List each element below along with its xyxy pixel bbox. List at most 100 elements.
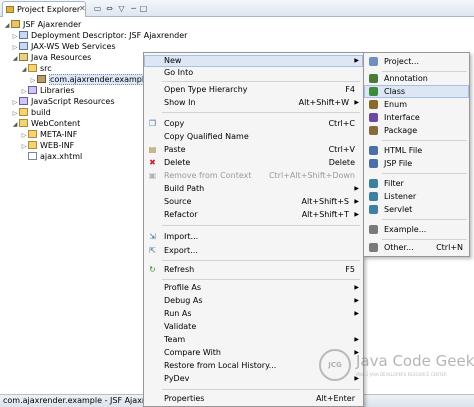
- tree-item-libraries[interactable]: ▷ Libraries: [20, 85, 75, 96]
- menu-item-refresh[interactable]: ↻ Refresh F5: [144, 264, 363, 276]
- submenu-item-class[interactable]: Class: [364, 85, 469, 98]
- submenu-item-label: Package: [384, 126, 418, 135]
- tree-item-meta-inf[interactable]: ▷ META-INF: [20, 129, 77, 140]
- submenu-item-label: Listener: [384, 192, 417, 201]
- tree-item-package-selected[interactable]: ▷ com.ajaxrender.example: [29, 74, 153, 85]
- menu-item-delete[interactable]: ✖ Delete Delete: [144, 157, 363, 169]
- tree-item-jaxws[interactable]: ▷ JAX-WS Web Services: [11, 41, 116, 52]
- close-icon[interactable]: ✕: [79, 4, 86, 13]
- menu-item-copy-qualified-name[interactable]: Copy Qualified Name: [144, 131, 363, 143]
- menu-shortcut: F4: [345, 85, 355, 94]
- tree-item-webcontent[interactable]: ◢ WebContent: [11, 118, 80, 129]
- tree-item-ajax-xhtml[interactable]: ajax.xhtml: [20, 151, 82, 162]
- menu-item-paste[interactable]: ▤ Paste Ctrl+V: [144, 144, 363, 156]
- menu-shortcut: Delete: [328, 158, 355, 167]
- menu-item-import[interactable]: ⇲ Import...: [144, 231, 363, 243]
- menu-item-label: Run As: [164, 309, 192, 318]
- menu-item-label: Refactor: [164, 210, 198, 219]
- tree-item-javascript-resources[interactable]: ▷ JavaScript Resources: [11, 96, 115, 107]
- menu-item-validate[interactable]: Validate: [144, 321, 363, 333]
- submenu-item-package[interactable]: Package: [364, 124, 469, 137]
- twisty-icon[interactable]: ◢: [3, 20, 11, 31]
- link-with-editor-icon[interactable]: ⇔: [104, 3, 115, 14]
- jsp-file-icon: [369, 159, 378, 168]
- twisty-icon[interactable]: ◢: [11, 119, 19, 130]
- menu-item-go-into[interactable]: Go Into: [144, 67, 363, 79]
- interface-icon: [369, 113, 378, 122]
- tree-item-src[interactable]: ◢ src: [20, 63, 52, 74]
- submenu-item-enum[interactable]: Enum: [364, 98, 469, 111]
- menu-item-team[interactable]: Team ▶: [144, 334, 363, 346]
- copy-icon: ❐: [148, 119, 157, 128]
- submenu-arrow-icon: ▶: [354, 310, 359, 317]
- logo-brand: Java Code Geeks: [356, 352, 474, 370]
- menu-item-new[interactable]: New ▶: [144, 55, 363, 67]
- menu-item-profile-as[interactable]: Profile As ▶: [144, 282, 363, 294]
- tree-item-java-resources[interactable]: ◢ Java Resources: [11, 52, 91, 63]
- menu-separator: [162, 389, 360, 390]
- tree-item-build[interactable]: ▷ build: [11, 107, 51, 118]
- menu-separator: [382, 219, 467, 220]
- submenu-item-jsp-file[interactable]: JSP File: [364, 157, 469, 170]
- tab-project-explorer[interactable]: Project Explorer ✕: [2, 1, 86, 17]
- submenu-item-project[interactable]: Project...: [364, 55, 469, 68]
- menu-item-source[interactable]: Source Alt+Shift+S ▶: [144, 196, 363, 208]
- submenu-item-label: Example...: [384, 225, 427, 234]
- refresh-icon: ↻: [149, 265, 156, 274]
- menu-item-run-as[interactable]: Run As ▶: [144, 308, 363, 320]
- export-icon: ⇱: [149, 246, 156, 255]
- tree-item-label: src: [40, 64, 52, 73]
- menu-shortcut: Alt+Shift+W: [298, 98, 349, 107]
- menu-item-label: Restore from Local History...: [164, 361, 277, 370]
- menu-item-refactor[interactable]: Refactor Alt+Shift+T ▶: [144, 209, 363, 221]
- submenu-item-interface[interactable]: Interface: [364, 111, 469, 124]
- collapse-all-icon[interactable]: ▭: [92, 3, 103, 14]
- annotation-icon: [369, 74, 378, 83]
- submenu-item-label: Project...: [384, 57, 419, 66]
- menu-item-label: Open Type Hierarchy: [164, 85, 248, 94]
- menu-item-label: Team: [164, 335, 186, 344]
- submenu-item-filter[interactable]: Filter: [364, 177, 469, 190]
- new-submenu: Project... Annotation Class Enum Interfa…: [363, 52, 470, 257]
- menu-item-build-path[interactable]: Build Path ▶: [144, 183, 363, 195]
- menu-item-label: Debug As: [164, 296, 203, 305]
- view-tab-bar: Project Explorer ✕ ▭ ⇔ ▽ ─ □: [0, 0, 474, 17]
- tree-item-label: JavaScript Resources: [31, 97, 115, 106]
- menu-item-label: Properties: [164, 394, 205, 403]
- menu-item-debug-as[interactable]: Debug As ▶: [144, 295, 363, 307]
- menu-item-label: Build Path: [164, 184, 205, 193]
- menu-item-copy[interactable]: ❐ Copy Ctrl+C: [144, 118, 363, 130]
- submenu-item-listener[interactable]: Listener: [364, 190, 469, 203]
- tree-item-label: Libraries: [40, 86, 75, 95]
- tree-item-label: ajax.xhtml: [40, 152, 83, 161]
- maximize-icon[interactable]: □: [138, 3, 149, 14]
- descriptor-icon: [19, 31, 28, 39]
- menu-item-open-type-hierarchy[interactable]: Open Type Hierarchy F4: [144, 84, 363, 96]
- twisty-icon[interactable]: ◢: [20, 64, 28, 75]
- menu-item-show-in[interactable]: Show In Alt+Shift+W ▶: [144, 97, 363, 109]
- tree-item-web-inf[interactable]: ▷ WEB-INF: [20, 140, 74, 151]
- submenu-item-annotation[interactable]: Annotation: [364, 72, 469, 85]
- menu-item-export[interactable]: ⇱ Export...: [144, 245, 363, 257]
- submenu-item-label: Servlet: [384, 205, 413, 214]
- menu-item-properties[interactable]: Properties Alt+Enter: [144, 393, 363, 405]
- menu-item-label: Copy: [164, 119, 185, 128]
- submenu-item-example[interactable]: Example...: [364, 223, 469, 236]
- tree-item-label: JAX-WS Web Services: [31, 42, 116, 51]
- logo-seal: JCG: [319, 349, 351, 381]
- twisty-icon[interactable]: ◢: [11, 53, 19, 64]
- menu-shortcut: Ctrl+Alt+Shift+Down: [268, 171, 355, 180]
- tree-item-project[interactable]: ◢ JSF Ajaxrender: [3, 19, 81, 30]
- watermark-logo: JCG Java Code Geeks JAVA 2 JAVA DEVELOPE…: [319, 349, 474, 383]
- menu-item-label: Copy Qualified Name: [164, 132, 249, 141]
- java-resources-icon: [19, 53, 28, 61]
- submenu-item-html-file[interactable]: HTML File: [364, 144, 469, 157]
- submenu-item-other[interactable]: Other... Ctrl+N: [364, 241, 469, 254]
- tree-item-deployment-descriptor[interactable]: ▷ Deployment Descriptor: JSF Ajaxrender: [11, 30, 187, 41]
- class-icon: [369, 87, 378, 96]
- submenu-item-label: Filter: [384, 179, 404, 188]
- menu-item-label: Remove from Context: [164, 171, 252, 180]
- submenu-item-servlet[interactable]: Servlet: [364, 203, 469, 216]
- view-menu-icon[interactable]: ▽: [116, 3, 127, 14]
- menu-shortcut: Ctrl+N: [436, 243, 463, 252]
